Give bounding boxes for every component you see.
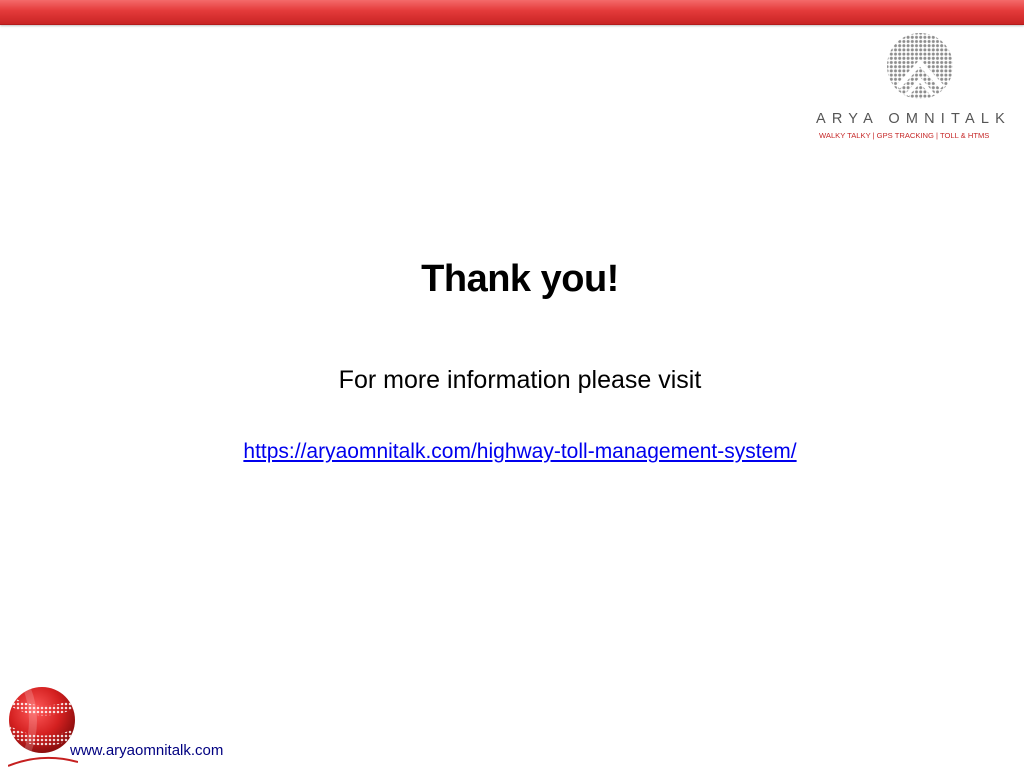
red-globe-icon (8, 687, 78, 767)
top-accent-bar (0, 0, 1024, 25)
company-tagline: WALKY TALKY | GPS TRACKING | TOLL & HTMS (819, 131, 990, 140)
info-text: For more information please visit (338, 366, 702, 394)
footer-website-url: www.aryaomnitalk.com (70, 742, 224, 759)
website-link[interactable]: https://aryaomnitalk.com/highway-toll-ma… (0, 440, 1024, 464)
arya-omnitalk-logo-icon (887, 33, 953, 99)
slide-title: Thank you! (421, 258, 619, 300)
company-name: ARYA OMNITALK (816, 111, 1012, 127)
company-logo: ARYA OMNITALK WALKY TALKY | GPS TRACKING… (812, 30, 1024, 145)
